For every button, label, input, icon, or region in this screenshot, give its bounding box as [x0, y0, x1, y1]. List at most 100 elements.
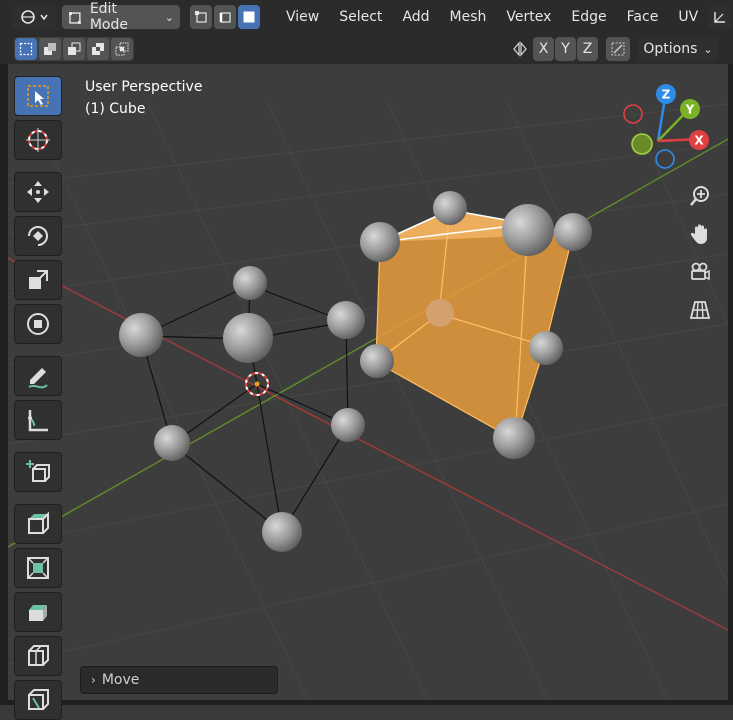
auto-merge-icon	[611, 42, 625, 56]
menu-uv[interactable]: UV	[668, 5, 708, 29]
ruler-icon	[28, 410, 48, 432]
viewport-info: User Perspective (1) Cube	[85, 76, 202, 120]
transform-icon	[27, 313, 49, 335]
select-extend-button[interactable]	[39, 38, 61, 60]
bottom-border	[0, 700, 733, 705]
zoom-button[interactable]	[682, 178, 718, 214]
right-border	[728, 0, 733, 705]
transform-tool[interactable]	[14, 304, 62, 344]
chevron-down-icon: ⌄	[164, 10, 174, 24]
select-new-button[interactable]	[15, 38, 37, 60]
move-tool[interactable]	[14, 172, 62, 212]
editor-type-button[interactable]	[12, 5, 56, 29]
menu-view[interactable]: View	[276, 5, 329, 29]
cursor-icon	[26, 128, 50, 152]
select-box-icon	[27, 85, 49, 107]
select-subtract-icon	[68, 42, 81, 55]
viewport-header: Edit Mode ⌄ View Select Add Mesh Vertex …	[0, 0, 733, 34]
options-dropdown[interactable]: Options ⌄	[637, 37, 719, 61]
knife-tool[interactable]	[14, 680, 62, 720]
mode-selector[interactable]: Edit Mode ⌄	[62, 1, 180, 33]
select-subtract-button[interactable]	[63, 38, 85, 60]
x-axis-label: X	[694, 134, 704, 148]
3d-viewport[interactable]: Z Y X	[8, 64, 728, 700]
camera-view-button[interactable]	[682, 254, 718, 290]
chevron-down-icon: ⌄	[703, 42, 713, 56]
knife-icon	[28, 689, 49, 710]
cursor-tool[interactable]	[14, 120, 62, 160]
orientation-icon	[714, 12, 725, 23]
select-new-icon	[19, 42, 33, 56]
move-icon	[27, 181, 49, 203]
extrude-icon	[28, 511, 49, 534]
loop-cut-tool[interactable]	[14, 636, 62, 676]
loop-cut-icon	[28, 645, 49, 666]
face-select-button[interactable]	[238, 5, 260, 29]
toolbar-gap	[14, 164, 62, 168]
floor-grid	[8, 103, 728, 700]
bevel-tool[interactable]	[14, 592, 62, 632]
add-cube-tool[interactable]	[14, 452, 62, 492]
view-name: User Perspective	[85, 79, 203, 95]
z-axis-label: Z	[662, 88, 671, 102]
chevron-right-icon: ›	[91, 673, 96, 687]
y-axis-label: Y	[685, 103, 695, 117]
inset-tool[interactable]	[14, 548, 62, 588]
menu-add[interactable]: Add	[392, 5, 439, 29]
rotate-icon	[28, 226, 48, 246]
toolbar-gap	[14, 496, 62, 500]
neg-x-handle[interactable]	[623, 104, 643, 124]
transform-orientation-button[interactable]	[708, 5, 732, 29]
vertex-select-icon	[195, 11, 207, 23]
toolbar-gap	[14, 348, 62, 352]
select-intersect-icon	[115, 42, 129, 56]
zoom-icon	[690, 186, 709, 206]
bevel-icon	[29, 605, 47, 621]
edge-select-icon	[219, 12, 231, 23]
select-intersect-button[interactable]	[111, 38, 133, 60]
axis-toggle-group: X Y Z	[533, 37, 598, 61]
neg-y-handle[interactable]	[631, 133, 653, 155]
toolbar-gap	[14, 444, 62, 448]
edge-select-button[interactable]	[214, 5, 236, 29]
menu-face[interactable]: Face	[617, 5, 669, 29]
left-border	[0, 0, 8, 705]
neg-z-handle[interactable]	[655, 149, 675, 169]
scale-tool[interactable]	[14, 260, 62, 300]
navigation-gizmo[interactable]: Z Y X	[620, 80, 728, 190]
vertex-select-button[interactable]	[190, 5, 212, 29]
face-select-icon	[243, 11, 255, 23]
hand-icon	[690, 224, 707, 244]
axis-y-toggle[interactable]: Y	[555, 37, 576, 61]
axis-z-toggle[interactable]: Z	[577, 37, 598, 61]
rotate-tool[interactable]	[14, 216, 62, 256]
menu-select[interactable]: Select	[329, 5, 392, 29]
edit-mode-icon	[68, 12, 81, 24]
axis-x-toggle[interactable]: X	[533, 37, 554, 61]
last-operator-panel[interactable]: › Move	[80, 666, 278, 694]
annotate-tool[interactable]	[14, 356, 62, 396]
inset-icon	[27, 557, 49, 579]
camera-icon	[691, 262, 710, 281]
menu-mesh[interactable]: Mesh	[440, 5, 497, 29]
mirror-icon[interactable]	[510, 37, 530, 61]
menu-vertex[interactable]: Vertex	[496, 5, 561, 29]
add-cube-icon	[26, 460, 50, 482]
header-menu: View Select Add Mesh Vertex Edge Face UV	[276, 5, 708, 29]
select-difference-button[interactable]	[87, 38, 109, 60]
pencil-icon	[28, 368, 48, 389]
options-label: Options	[643, 41, 698, 57]
auto-merge-button[interactable]	[606, 37, 630, 61]
3d-cursor	[245, 372, 269, 396]
perspective-toggle-button[interactable]	[682, 292, 718, 328]
select-box-tool[interactable]	[14, 76, 62, 116]
measure-tool[interactable]	[14, 400, 62, 440]
extrude-tool[interactable]	[14, 504, 62, 544]
navigation-controls	[682, 178, 718, 328]
y-axis-line	[8, 138, 728, 548]
pan-button[interactable]	[682, 216, 718, 252]
menu-edge[interactable]: Edge	[561, 5, 616, 29]
select-difference-icon	[92, 43, 104, 55]
grid-icon	[689, 301, 711, 319]
scale-icon	[29, 270, 48, 289]
